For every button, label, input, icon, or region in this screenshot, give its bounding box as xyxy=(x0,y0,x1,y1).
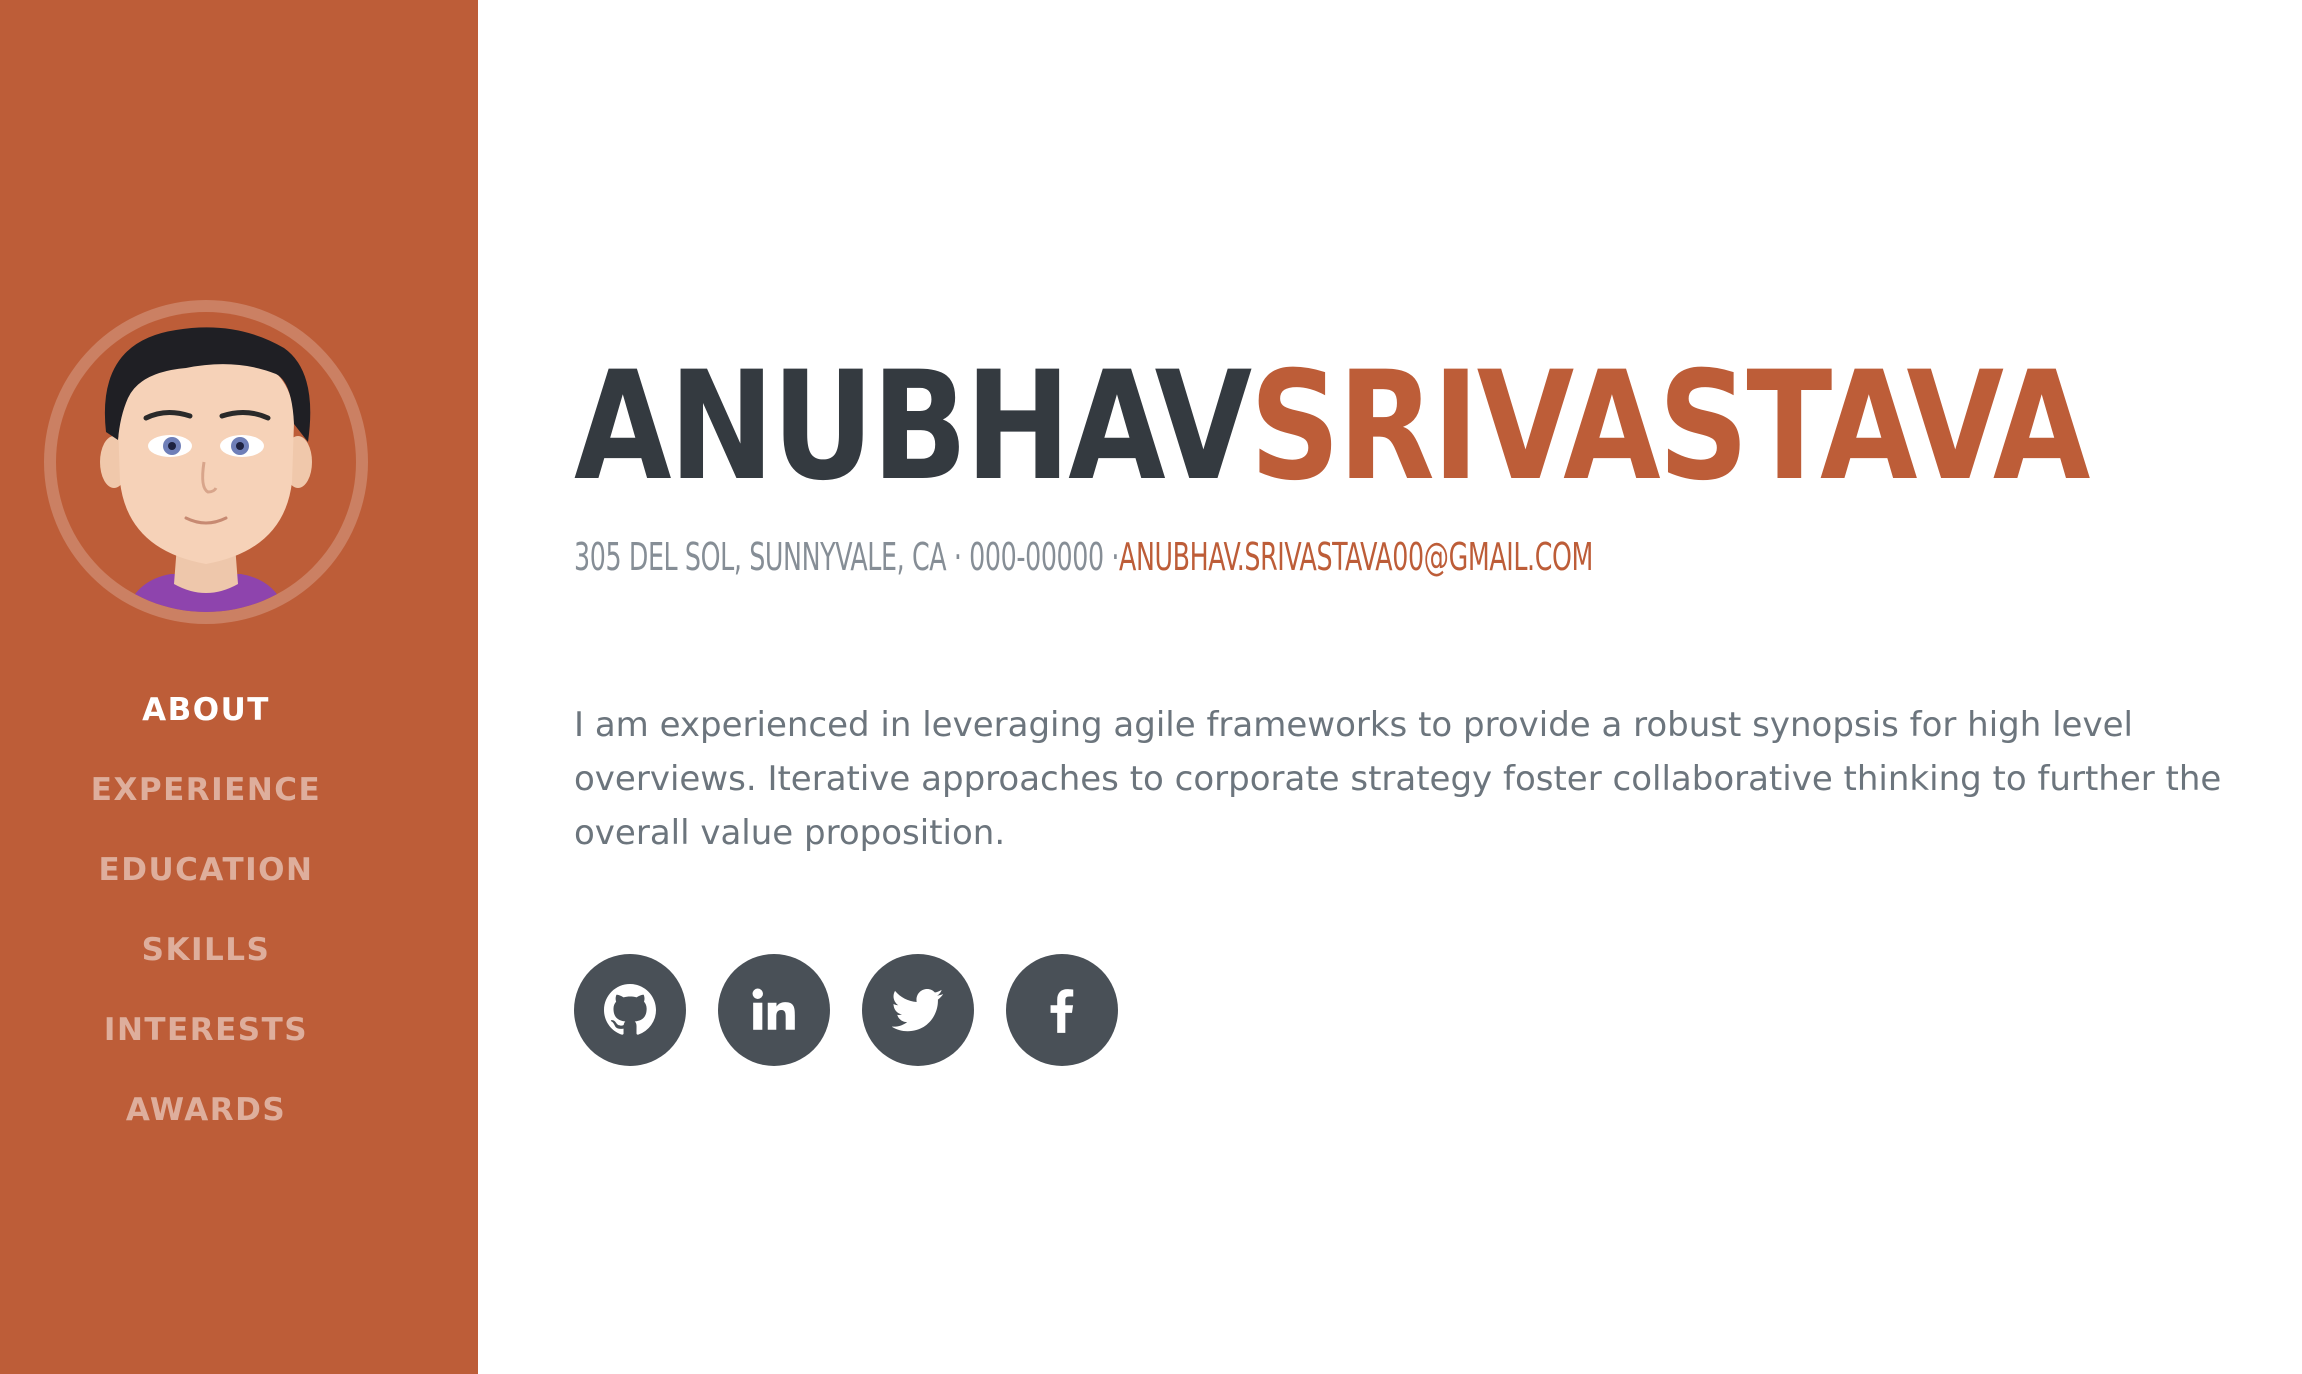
about-section: ANUBHAVSRIVASTAVA 305 DEL SOL, SUNNYVALE… xyxy=(574,0,2254,1374)
twitter-link[interactable] xyxy=(862,954,974,1066)
linkedin-icon xyxy=(752,988,795,1030)
nav-item-experience: EXPERIENCE xyxy=(0,750,412,830)
linkedin-link[interactable] xyxy=(718,954,830,1066)
twitter-icon xyxy=(892,988,944,1032)
avatar-ring xyxy=(44,300,368,624)
bio-text: I am experienced in leveraging agile fra… xyxy=(574,705,2222,853)
nav-link-education[interactable]: EDUCATION xyxy=(99,852,314,888)
github-link[interactable] xyxy=(574,954,686,1066)
nav-item-skills: SKILLS xyxy=(0,910,412,990)
address-text: 305 DEL SOL, SUNNYVALE, CA · 000-00000 · xyxy=(574,535,1120,579)
page-title: ANUBHAVSRIVASTAVA xyxy=(574,352,2090,502)
first-name: ANUBHAV xyxy=(574,340,1252,514)
avatar-illustration xyxy=(100,327,312,612)
avatar[interactable] xyxy=(56,312,356,612)
nav-item-awards: AWARDS xyxy=(0,1070,412,1150)
sidebar-nav: ABOUT EXPERIENCE EDUCATION SKILLS INTERE… xyxy=(0,670,412,1150)
contact-line: 305 DEL SOL, SUNNYVALE, CA · 000-00000 ·… xyxy=(574,538,1593,576)
nav-link-interests[interactable]: INTERESTS xyxy=(104,1012,308,1048)
nav-item-education: EDUCATION xyxy=(0,830,412,910)
social-icons xyxy=(574,954,1118,1066)
email-link[interactable]: ANUBHAV.SRIVASTAVA00@GMAIL.COM xyxy=(1119,535,1593,579)
nav-item-interests: INTERESTS xyxy=(0,990,412,1070)
facebook-link[interactable] xyxy=(1006,954,1118,1066)
nav-link-skills[interactable]: SKILLS xyxy=(142,932,271,968)
nav-link-awards[interactable]: AWARDS xyxy=(126,1092,286,1128)
github-icon xyxy=(604,984,656,1035)
nav-link-about[interactable]: ABOUT xyxy=(142,692,270,728)
last-name: SRIVASTAVA xyxy=(1249,340,2091,514)
nav-link-experience[interactable]: EXPERIENCE xyxy=(91,772,321,808)
sidebar: ABOUT EXPERIENCE EDUCATION SKILLS INTERE… xyxy=(0,0,478,1374)
nav-item-about: ABOUT xyxy=(0,670,412,750)
facebook-icon xyxy=(1050,989,1074,1033)
